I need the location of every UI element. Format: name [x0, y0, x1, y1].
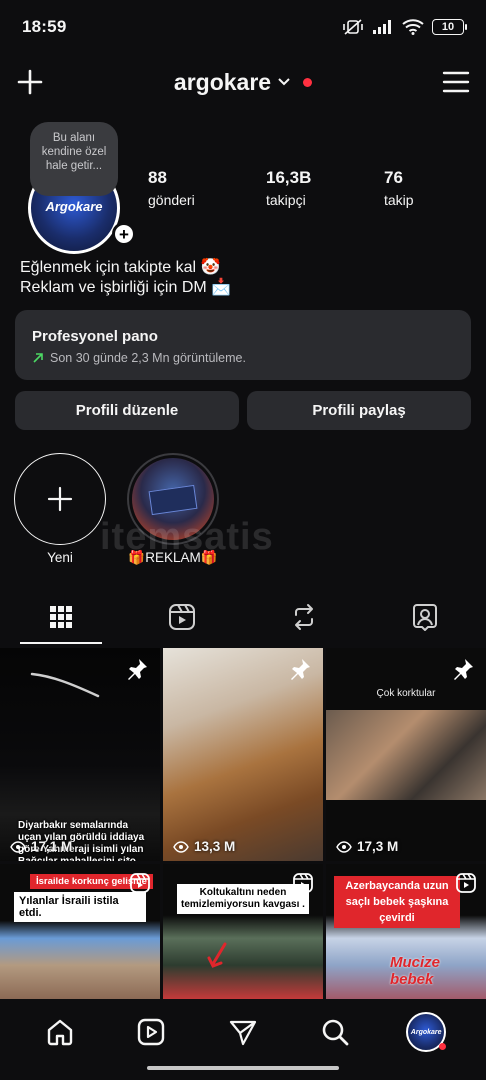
profile-stats: 88 gönderi 16,3B takipçi 76 takip	[148, 168, 464, 208]
grid-post[interactable]: 13,3 M	[163, 648, 323, 861]
signal-icon	[373, 20, 391, 34]
post-photo	[326, 710, 486, 800]
status-icons: 10	[342, 18, 467, 36]
add-story-plus-icon[interactable]: +	[112, 222, 136, 246]
pin-icon	[454, 659, 473, 680]
eye-icon	[336, 840, 352, 853]
stat-number: 88	[148, 168, 167, 187]
pin-icon	[128, 659, 147, 680]
profile-avatar-area: Argokare + Bu alanı kendine özel hale ge…	[18, 122, 136, 254]
reel-icon	[456, 873, 476, 893]
search-icon	[322, 1019, 348, 1046]
dashboard-subtitle-text: Son 30 günde 2,3 Mn görüntüleme.	[50, 351, 246, 365]
battery-level: 10	[441, 21, 455, 33]
nav-reels[interactable]	[121, 1002, 181, 1062]
plus-icon	[47, 486, 73, 512]
home-icon	[47, 1019, 72, 1046]
wifi-icon	[402, 19, 424, 35]
note-bubble[interactable]: Bu alanı kendine özel hale getir...	[30, 122, 118, 196]
reels-icon	[169, 604, 196, 630]
bio-line: Reklam ve işbirliği için DM 📩	[20, 279, 232, 296]
stat-label: gönderi	[148, 192, 195, 208]
home-indicator[interactable]	[147, 1066, 339, 1070]
notification-dot	[303, 77, 313, 87]
eye-icon	[10, 840, 26, 853]
view-count: 17,1 M	[10, 839, 72, 854]
eye-icon	[173, 840, 189, 853]
bottom-navigation: Argokare	[0, 1000, 486, 1064]
grid-post[interactable]: Azerbaycanda uzun saçlı bebek şaşkına çe…	[326, 864, 486, 999]
stat-posts[interactable]: 88 gönderi	[148, 168, 266, 208]
stat-number: 16,3B	[266, 168, 312, 187]
grid-post[interactable]: Diyarbakır semalarında uçan yılan görüld…	[0, 648, 160, 861]
highlight-new[interactable]: Yeni	[14, 453, 106, 565]
edit-profile-button[interactable]: Profili düzenle	[15, 391, 239, 430]
reel-icon	[293, 873, 313, 893]
reel-icon	[130, 873, 150, 893]
post-top-text: Çok korktular	[376, 688, 436, 699]
professional-dashboard[interactable]: Profesyonel pano Son 30 günde 2,3 Mn gör…	[15, 310, 471, 380]
notification-dot	[439, 1043, 447, 1050]
tab-reels[interactable]	[122, 590, 244, 644]
tagged-person-icon	[413, 604, 438, 631]
laptop-screen-image	[148, 484, 198, 516]
create-plus-icon[interactable]	[16, 68, 44, 96]
post-caption: Yılanlar İsraili istila etdi.	[14, 892, 146, 922]
share-profile-button[interactable]: Profili paylaş	[247, 391, 471, 430]
grid-post[interactable]: Koltukaltını neden temizlemiyorsun kavga…	[163, 864, 323, 999]
highlight-label: Yeni	[47, 550, 73, 565]
send-icon	[229, 1020, 257, 1046]
stat-following[interactable]: 76 takip	[384, 168, 464, 208]
dashboard-subtitle: Son 30 günde 2,3 Mn görüntüleme.	[32, 351, 454, 365]
stat-followers[interactable]: 16,3B takipçi	[266, 168, 384, 208]
battery-icon: 10	[432, 19, 467, 35]
post-overlay-text: Mucize bebek	[390, 954, 441, 988]
view-count-text: 13,3 M	[194, 839, 236, 854]
pin-icon	[291, 659, 310, 680]
tab-tagged[interactable]	[365, 590, 486, 644]
top-bar: argokare	[0, 58, 486, 106]
stat-number: 76	[384, 168, 403, 187]
view-count-text: 17,3 M	[357, 839, 399, 854]
view-count-text: 17,1 M	[31, 839, 73, 854]
nav-search[interactable]	[305, 1002, 365, 1062]
stat-label: takip	[384, 192, 414, 208]
grid-icon	[49, 606, 72, 628]
grid-post[interactable]: İsrailde korkunç gelişme Yılanlar İsrail…	[0, 864, 160, 999]
repost-icon	[294, 604, 313, 630]
avatar-logo-text: Argokare	[45, 199, 103, 214]
nav-profile[interactable]: Argokare	[396, 1002, 456, 1062]
nav-home[interactable]	[30, 1002, 90, 1062]
dashboard-title: Profesyonel pano	[32, 328, 158, 345]
content-tabs	[0, 590, 486, 644]
account-switcher[interactable]: argokare	[173, 68, 313, 96]
tab-grid[interactable]	[0, 590, 122, 644]
grid-post[interactable]: Çok korktular 17,3 M	[326, 648, 486, 861]
stat-label: takipçi	[266, 192, 306, 208]
trend-up-arrow-icon	[33, 353, 43, 363]
new-highlight-circle	[14, 453, 106, 545]
reels-play-icon	[138, 1018, 165, 1046]
bio: Eğlenmek için takipte kal 🤡 Reklam ve iş…	[20, 258, 231, 298]
menu-icon[interactable]	[442, 70, 470, 94]
username: argokare	[173, 68, 272, 95]
sky-streak-image	[30, 672, 100, 698]
status-time: 18:59	[22, 17, 67, 36]
view-count: 17,3 M	[336, 839, 398, 854]
chevron-down-icon	[278, 78, 290, 86]
mute-vibrate-icon	[343, 19, 363, 35]
nav-messages[interactable]	[213, 1002, 273, 1062]
status-bar: 18:59 10	[0, 0, 486, 54]
view-count: 13,3 M	[173, 839, 235, 854]
post-banner: Azerbaycanda uzun saçlı bebek şaşkına çe…	[334, 876, 460, 928]
bio-line: Eğlenmek için takipte kal 🤡	[20, 259, 221, 276]
post-caption: Koltukaltını neden temizlemiyorsun kavga…	[177, 884, 309, 914]
tab-reposts[interactable]	[243, 590, 365, 644]
red-arrow-icon	[207, 942, 227, 968]
watermark: itemsatis	[100, 516, 274, 558]
post-grid: Diyarbakır semalarında uçan yılan görüld…	[0, 648, 486, 999]
